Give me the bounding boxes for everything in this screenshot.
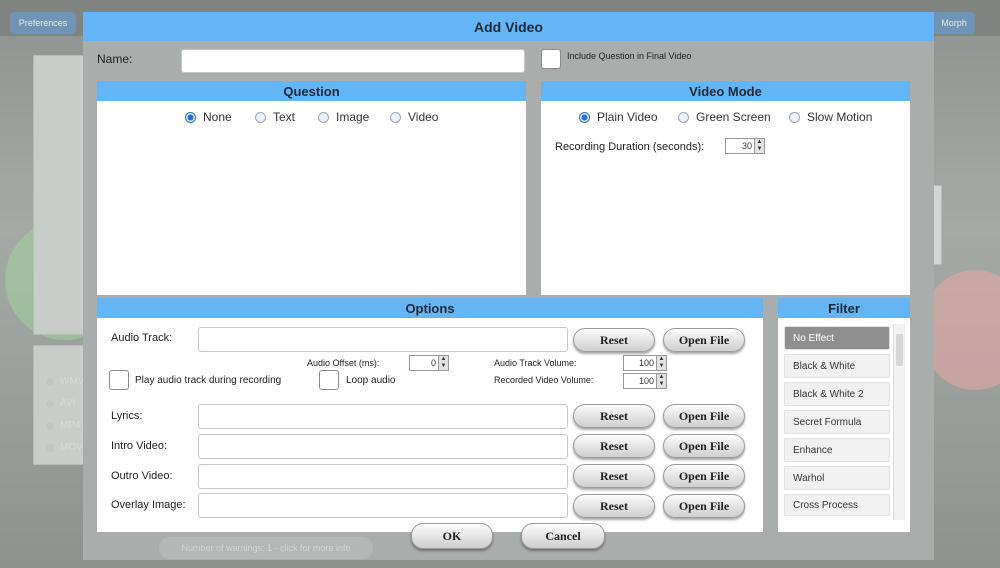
slow-motion-radio[interactable]: Slow Motion — [789, 110, 872, 124]
background-format-avi: AVI — [46, 398, 75, 409]
outro-video-reset-button[interactable]: Reset — [573, 464, 655, 488]
background-panel — [33, 55, 85, 335]
outro-video-label: Outro Video: — [111, 470, 173, 482]
outro-video-open-file-button[interactable]: Open File — [663, 464, 745, 488]
question-text-radio[interactable]: Text — [255, 110, 295, 124]
audio-track-volume-label: Audio Track Volume: — [494, 358, 577, 368]
recording-duration-label: Recording Duration (seconds): — [555, 141, 705, 153]
question-header: Question — [97, 81, 526, 101]
filter-item-black-white[interactable]: Black & White — [784, 354, 890, 378]
recorded-volume-label: Recorded Video Volume: — [494, 375, 594, 385]
filter-panel: Filter No Effect Black & White Black & W… — [778, 298, 910, 532]
spin-up-icon[interactable]: ▲ — [439, 356, 448, 363]
filter-item-black-white-2[interactable]: Black & White 2 — [784, 382, 890, 406]
filter-item-warhol[interactable]: Warhol — [784, 466, 890, 490]
radio-selected-icon — [185, 111, 196, 123]
background-format-mp4: MP4 — [46, 420, 81, 431]
audio-track-reset-button[interactable]: Reset — [573, 328, 655, 352]
filter-scrollbar-thumb[interactable] — [896, 334, 903, 366]
question-none-radio[interactable]: None — [185, 110, 232, 124]
filter-item-cross-process[interactable]: Cross Process — [784, 494, 890, 516]
audio-track-open-file-button[interactable]: Open File — [663, 328, 745, 352]
question-panel: Question None Text Image Video — [97, 81, 526, 295]
green-screen-radio[interactable]: Green Screen — [678, 110, 771, 124]
loop-audio-label: Loop audio — [346, 375, 396, 386]
filter-item-secret-formula[interactable]: Secret Formula — [784, 410, 890, 434]
audio-track-input[interactable] — [198, 327, 568, 352]
intro-video-label: Intro Video: — [111, 440, 168, 452]
include-question-label: Include Question in Final Video — [567, 51, 692, 61]
options-header: Options — [97, 298, 763, 318]
add-video-dialog: Add Video Name: Include Question in Fina… — [83, 12, 934, 560]
background-format-mov: MOV — [46, 442, 83, 453]
spin-down-icon[interactable]: ▼ — [755, 146, 764, 153]
overlay-image-label: Overlay Image: — [111, 499, 186, 511]
audio-track-volume-stepper[interactable]: 100 ▲ ▼ — [623, 355, 667, 371]
audio-offset-label: Audio Offset (ms): — [307, 358, 380, 368]
radio-icon — [255, 111, 266, 123]
radio-icon — [318, 111, 329, 123]
spin-up-icon[interactable]: ▲ — [755, 139, 764, 146]
overlay-image-open-file-button[interactable]: Open File — [663, 494, 745, 518]
spin-down-icon[interactable]: ▼ — [439, 363, 448, 370]
spin-down-icon[interactable]: ▼ — [657, 363, 666, 370]
lyrics-input[interactable] — [198, 404, 568, 429]
ok-button[interactable]: OK — [411, 523, 493, 549]
lyrics-reset-button[interactable]: Reset — [573, 404, 655, 428]
intro-video-open-file-button[interactable]: Open File — [663, 434, 745, 458]
overlay-image-reset-button[interactable]: Reset — [573, 494, 655, 518]
intro-video-reset-button[interactable]: Reset — [573, 434, 655, 458]
lyrics-open-file-button[interactable]: Open File — [663, 404, 745, 428]
video-mode-header: Video Mode — [541, 81, 910, 101]
outro-video-input[interactable] — [198, 464, 568, 489]
recorded-volume-stepper[interactable]: 100 ▲ ▼ — [623, 373, 667, 389]
morph-button[interactable]: Morph — [933, 12, 975, 34]
play-during-recording-label: Play audio track during recording — [135, 375, 282, 386]
radio-icon — [678, 111, 689, 123]
video-mode-panel: Video Mode Plain Video Green Screen Slow… — [541, 81, 910, 295]
radio-icon — [789, 111, 800, 123]
filter-header: Filter — [778, 298, 910, 318]
lyrics-label: Lyrics: — [111, 410, 143, 422]
cancel-button[interactable]: Cancel — [521, 523, 605, 549]
audio-offset-stepper[interactable]: 0 ▲ ▼ — [409, 355, 449, 371]
filter-item-no-effect[interactable]: No Effect — [784, 326, 890, 350]
radio-selected-icon — [579, 111, 590, 123]
intro-video-input[interactable] — [198, 434, 568, 459]
question-image-radio[interactable]: Image — [318, 110, 369, 124]
audio-track-label: Audio Track: — [111, 332, 173, 344]
filter-item-enhance[interactable]: Enhance — [784, 438, 890, 462]
include-question-checkbox[interactable] — [541, 49, 561, 69]
play-during-recording-checkbox[interactable] — [109, 370, 129, 390]
background-format-wmv: WMV — [46, 376, 84, 387]
spin-up-icon[interactable]: ▲ — [657, 374, 666, 381]
spin-down-icon[interactable]: ▼ — [657, 381, 666, 388]
question-video-radio[interactable]: Video — [390, 110, 438, 124]
dialog-title: Add Video — [83, 12, 934, 41]
overlay-image-input[interactable] — [198, 493, 568, 518]
filter-scrollbar[interactable] — [893, 324, 905, 520]
loop-audio-checkbox[interactable] — [319, 370, 339, 390]
recording-duration-stepper[interactable]: 30 ▲ ▼ — [725, 138, 765, 154]
preferences-button[interactable]: Preferences — [10, 12, 76, 34]
radio-icon — [390, 111, 401, 123]
options-panel: Options Audio Track: Reset Open File Aud… — [97, 298, 763, 532]
plain-video-radio[interactable]: Plain Video — [579, 110, 658, 124]
name-input[interactable] — [181, 49, 525, 73]
name-label: Name: — [97, 52, 133, 66]
spin-up-icon[interactable]: ▲ — [657, 356, 666, 363]
warnings-button[interactable]: Number of warnings: 1 - click for more i… — [159, 537, 373, 559]
